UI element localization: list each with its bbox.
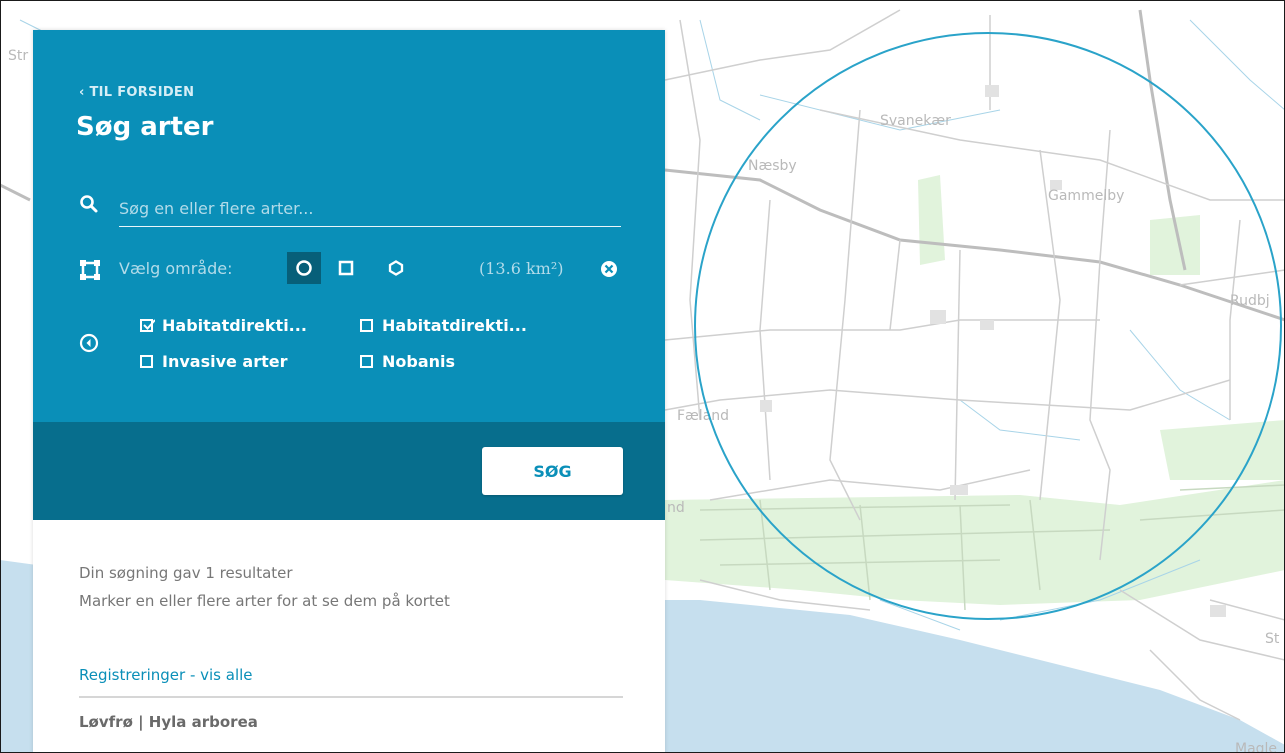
circle-shape-button[interactable] <box>287 252 321 284</box>
svg-text:Fæland: Fæland <box>677 408 729 424</box>
search-icon <box>80 195 98 213</box>
svg-text:Næsby: Næsby <box>748 158 797 174</box>
registrations-show-all-link[interactable]: Registreringer - vis alle <box>79 666 253 684</box>
filter-invasive[interactable]: Invasive arter <box>140 352 288 371</box>
square-icon <box>338 260 354 276</box>
polygon-shape-button[interactable] <box>379 252 413 284</box>
divider <box>79 696 623 698</box>
filter-label: Habitatdirekti... <box>382 316 527 335</box>
filter-toggle-icon[interactable] <box>79 333 99 353</box>
filter-label: Nobanis <box>382 352 456 371</box>
svg-text:Gammelby: Gammelby <box>1048 188 1124 204</box>
svg-text:nd: nd <box>667 500 685 516</box>
filter-habitat-2[interactable]: Habitatdirekti... <box>360 316 527 335</box>
check-icon <box>143 319 155 330</box>
svg-text:Str: Str <box>8 48 28 64</box>
clear-area-icon[interactable] <box>599 259 619 279</box>
select-area-icon <box>80 260 100 280</box>
result-hint: Marker en eller flere arter for at se de… <box>79 592 450 610</box>
polygon-icon <box>388 260 404 276</box>
square-shape-button[interactable] <box>329 252 363 284</box>
checkbox-checked[interactable] <box>140 319 155 332</box>
back-to-front-link[interactable]: ‹ TIL FORSIDEN <box>79 85 194 100</box>
filter-nobanis[interactable]: Nobanis <box>360 352 455 371</box>
species-search-input[interactable] <box>119 190 621 227</box>
checkbox[interactable] <box>360 319 373 332</box>
checkbox[interactable] <box>360 355 373 368</box>
filter-label: Habitatdirekti... <box>162 316 307 335</box>
page-title: Søg arter <box>76 112 214 142</box>
filter-habitat-1[interactable]: Habitatdirekti... <box>140 316 307 335</box>
filter-label: Invasive arter <box>162 352 288 371</box>
svg-text:Magle: Magle <box>1235 741 1277 753</box>
search-panel: ‹ TIL FORSIDEN Søg arter Vælg område: (1… <box>33 30 665 753</box>
svg-text:Svanekær: Svanekær <box>880 113 951 129</box>
circle-icon <box>296 260 312 276</box>
checkbox[interactable] <box>140 355 153 368</box>
area-size: (13.6 km²) <box>479 259 564 278</box>
svg-text:Rudbj: Rudbj <box>1230 293 1270 309</box>
species-result-item[interactable]: Løvfrø | Hyla arborea <box>79 713 258 731</box>
area-label: Vælg område: <box>119 259 233 278</box>
result-count: Din søgning gav 1 resultater <box>79 564 293 582</box>
search-button[interactable]: SØG <box>482 447 623 495</box>
svg-text:St: St <box>1265 631 1280 647</box>
